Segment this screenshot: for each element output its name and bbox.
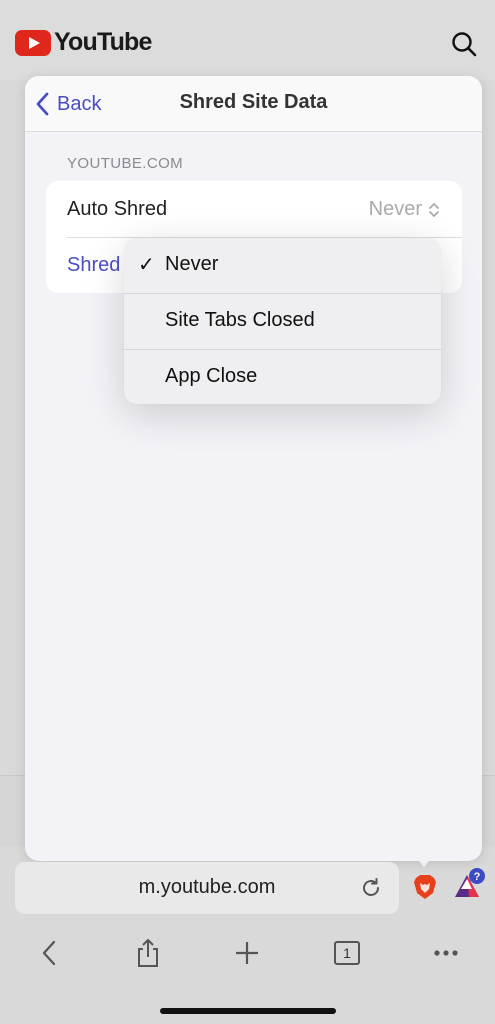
- search-icon[interactable]: [450, 30, 478, 58]
- menu-option-never[interactable]: ✓ Never: [124, 238, 441, 294]
- svg-text:?: ?: [474, 871, 481, 883]
- navigation-bar: Back Shred Site Data: [25, 76, 482, 132]
- auto-shred-row[interactable]: Auto Shred Never: [46, 181, 462, 238]
- tabs-button[interactable]: 1: [332, 938, 362, 968]
- bottom-toolbar: 1: [0, 930, 495, 980]
- youtube-wordmark: YouTube: [54, 28, 152, 56]
- menu-option-label: Never: [165, 253, 219, 275]
- page-title: Shred Site Data: [179, 91, 328, 113]
- more-icon: [434, 950, 458, 956]
- back-nav-button[interactable]: [34, 938, 64, 968]
- menu-option-label: Site Tabs Closed: [165, 309, 315, 331]
- popover-arrow: [416, 857, 432, 867]
- youtube-logo[interactable]: YouTube: [15, 28, 152, 57]
- shred-button[interactable]: Shred: [67, 254, 120, 277]
- plus-icon: [236, 942, 258, 964]
- tabs-icon: 1: [334, 941, 360, 965]
- auto-shred-select[interactable]: Never: [369, 198, 440, 221]
- new-tab-button[interactable]: [232, 938, 262, 968]
- shred-site-data-panel: Back Shred Site Data YOUTUBE.COM Auto Sh…: [25, 76, 482, 861]
- address-bar[interactable]: m.youtube.com: [15, 862, 399, 914]
- section-header: YOUTUBE.COM: [67, 155, 184, 172]
- share-icon: [138, 939, 158, 967]
- youtube-header: YouTube: [0, 0, 495, 80]
- brave-rewards-icon[interactable]: ?: [451, 867, 487, 901]
- share-button[interactable]: [133, 938, 163, 968]
- youtube-play-icon: [15, 29, 51, 56]
- menu-option-site-tabs-closed[interactable]: Site Tabs Closed: [124, 294, 441, 350]
- checkmark-icon: ✓: [138, 254, 155, 276]
- reload-icon[interactable]: [359, 876, 383, 900]
- auto-shred-menu: ✓ Never Site Tabs Closed App Close: [124, 238, 441, 404]
- menu-option-label: App Close: [165, 365, 258, 387]
- menu-option-app-close[interactable]: App Close: [124, 350, 441, 404]
- home-indicator: [160, 1008, 336, 1014]
- brave-shields-icon[interactable]: [412, 873, 438, 901]
- auto-shred-value: Never: [368, 198, 422, 220]
- more-button[interactable]: [431, 938, 461, 968]
- chevron-left-icon: [42, 940, 56, 966]
- chevron-up-down-icon: [429, 202, 439, 217]
- auto-shred-label: Auto Shred: [67, 198, 168, 220]
- url-text: m.youtube.com: [138, 876, 276, 898]
